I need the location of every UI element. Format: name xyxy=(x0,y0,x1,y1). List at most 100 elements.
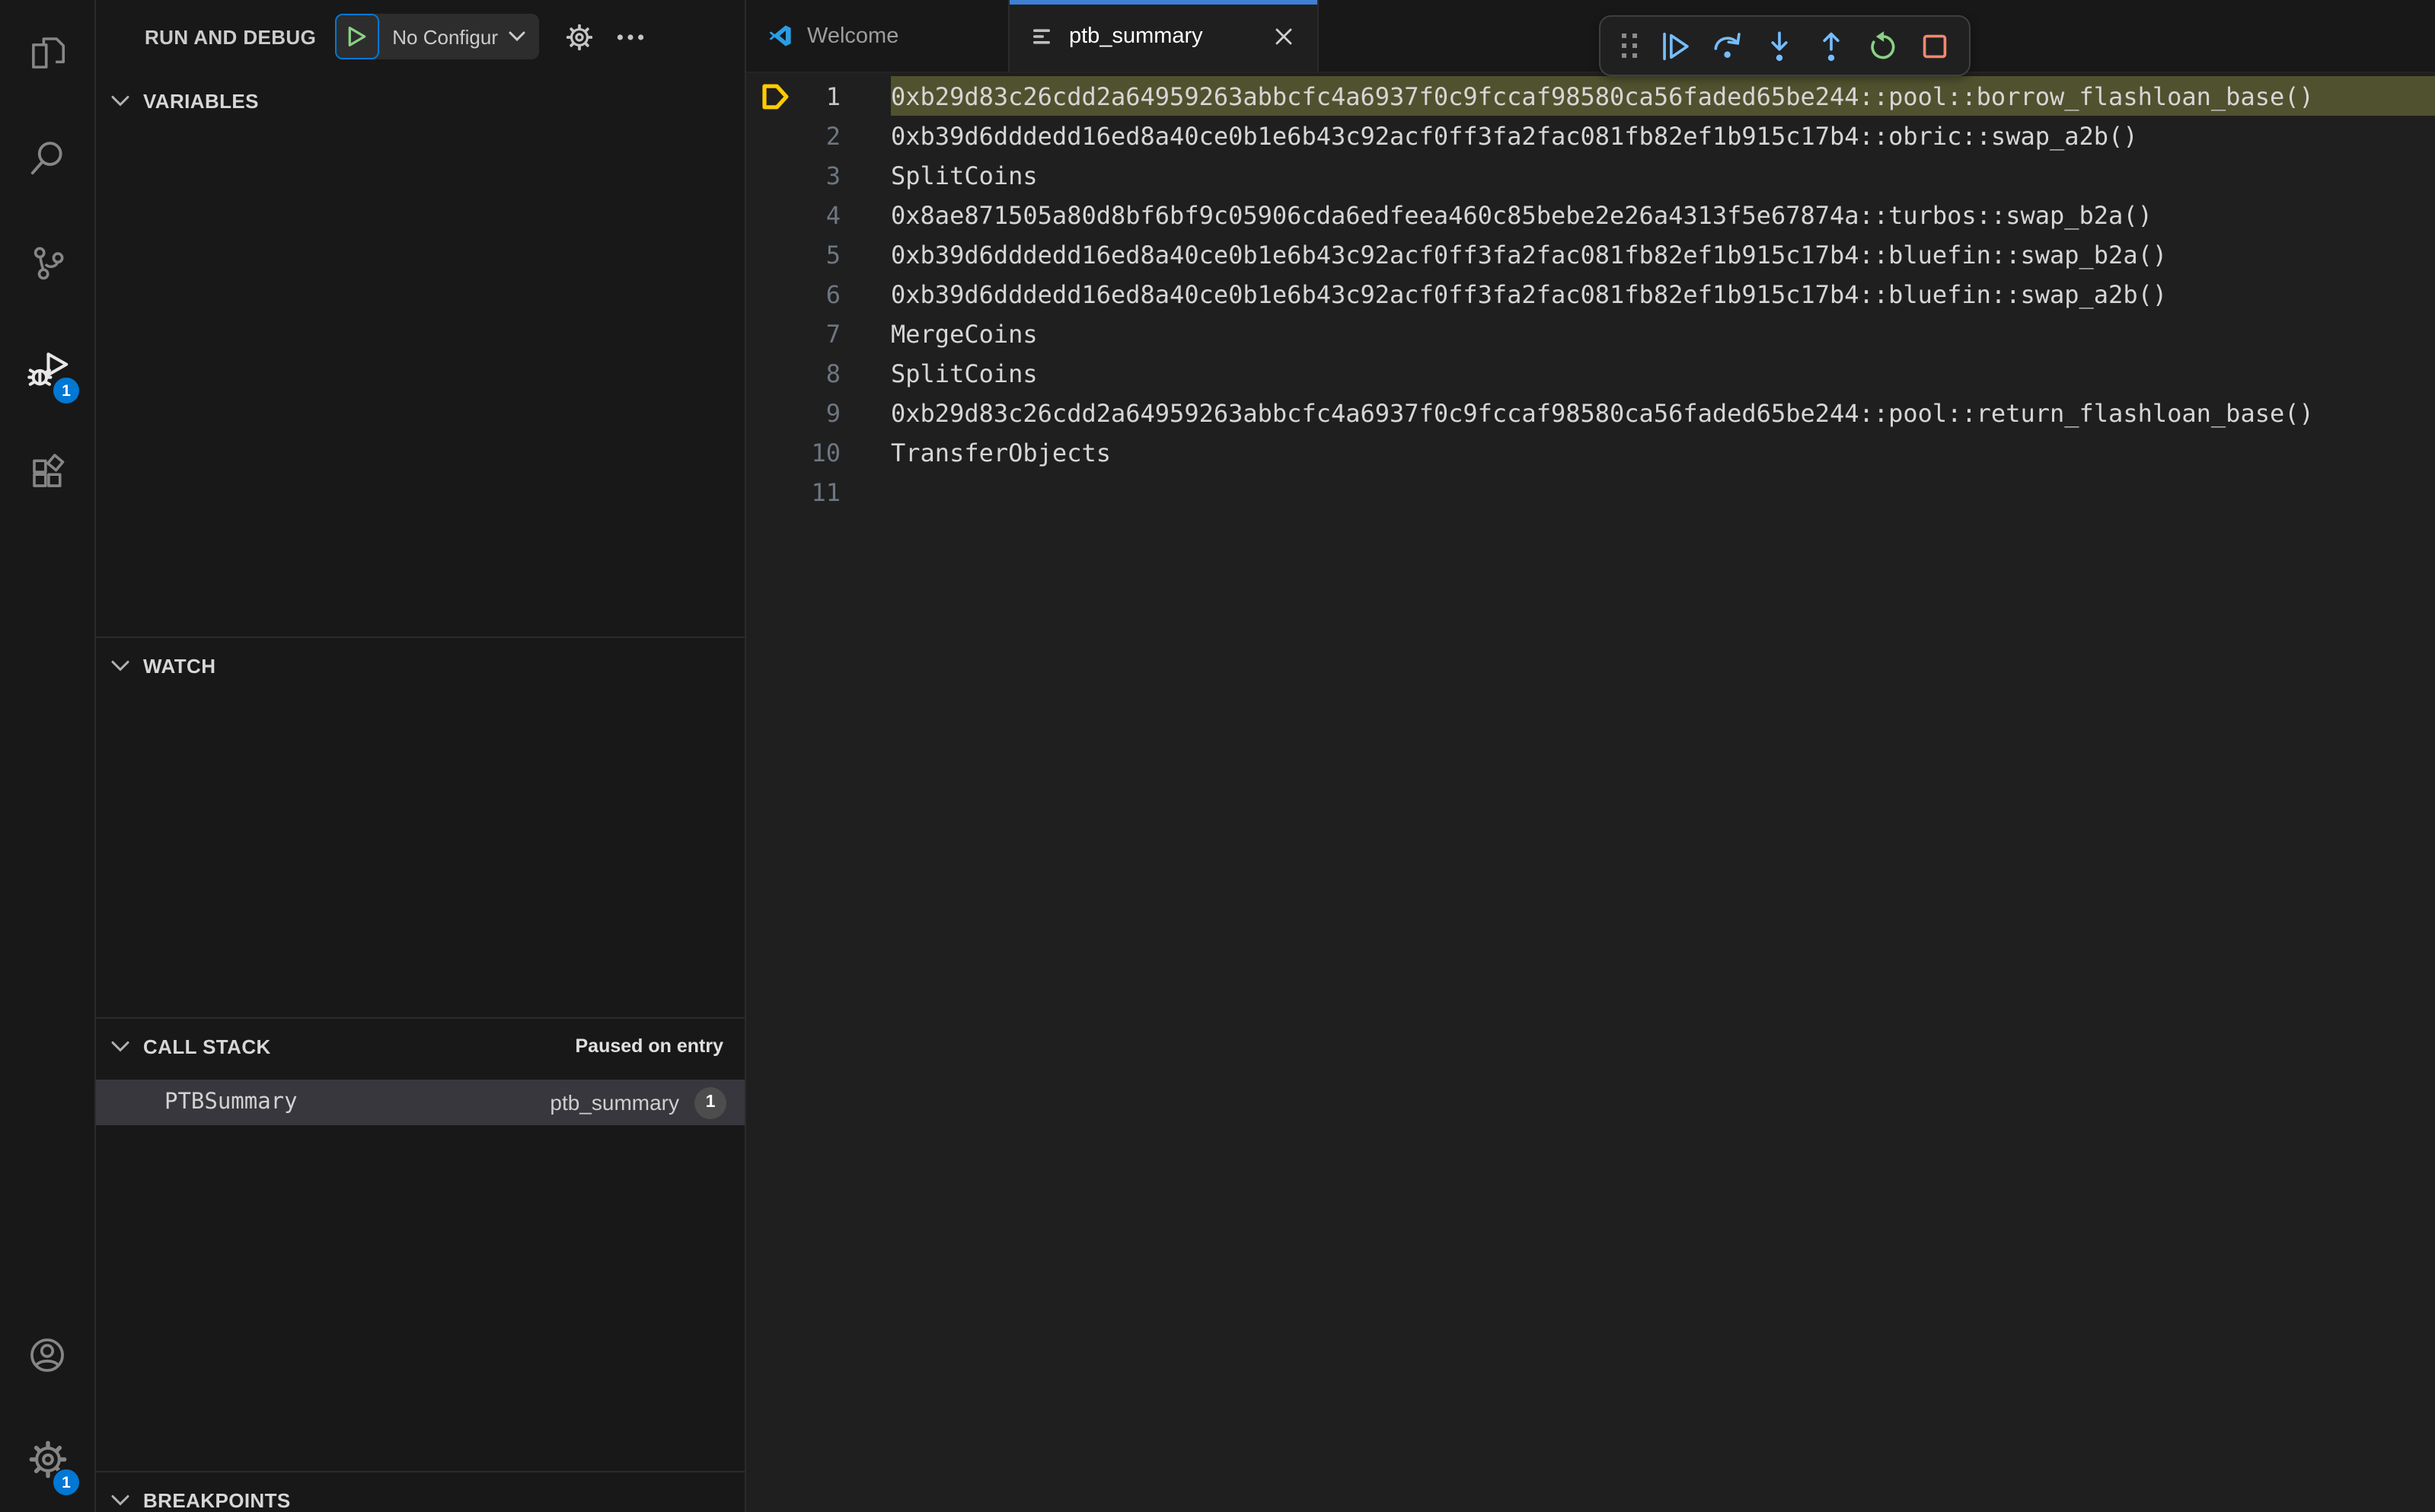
sidebar-item-explorer[interactable] xyxy=(0,0,94,105)
account-icon xyxy=(26,1333,69,1376)
line-text[interactable]: 0xb39d6dddedd16ed8a40ce0b1e6b43c92acf0ff… xyxy=(891,234,2435,274)
line-number[interactable]: 9 xyxy=(795,398,841,427)
views-more-actions-button[interactable] xyxy=(611,17,650,56)
launch-control: No Configur xyxy=(334,14,539,59)
code-line: 1 0xb29d83c26cdd2a64959263abbcfc4a6937f0… xyxy=(746,76,2435,116)
code-line: 4 0x8ae871505a80d8bf6bf9c05906cda6edfeea… xyxy=(746,195,2435,234)
vscode-window: 1 1 RUN AND DEBUG No Configur VARIABLES … xyxy=(0,0,2435,1512)
variables-section-header[interactable]: VARIABLES xyxy=(96,73,745,128)
line-text[interactable]: MergeCoins xyxy=(891,314,2435,353)
step-into-button[interactable] xyxy=(1756,22,1803,69)
chevron-down-icon xyxy=(111,659,129,672)
watch-section-header[interactable]: WATCH xyxy=(96,638,745,693)
line-number[interactable]: 6 xyxy=(795,279,841,308)
line-text[interactable]: TransferObjects xyxy=(891,432,2435,472)
line-text[interactable]: 0xb39d6dddedd16ed8a40ce0b1e6b43c92acf0ff… xyxy=(891,274,2435,314)
vscode-logo-icon xyxy=(768,23,793,49)
code-line: 10 TransferObjects xyxy=(746,432,2435,472)
extensions-icon xyxy=(27,452,68,493)
sidebar-item-search[interactable] xyxy=(0,105,94,210)
breakpoints-section-label: BREAKPOINTS xyxy=(143,1488,291,1511)
config-dropdown[interactable]: No Configur xyxy=(378,14,539,59)
line-number[interactable]: 2 xyxy=(795,121,841,150)
code-line: 5 0xb39d6dddedd16ed8a40ce0b1e6b43c92acf0… xyxy=(746,234,2435,274)
start-debugging-button[interactable] xyxy=(334,14,379,59)
line-number[interactable]: 4 xyxy=(795,200,841,229)
stack-frame-name: PTBSummary xyxy=(164,1090,298,1115)
line-number[interactable]: 1 xyxy=(795,81,841,110)
line-text[interactable]: 0xb39d6dddedd16ed8a40ce0b1e6b43c92acf0ff… xyxy=(891,116,2435,155)
close-icon[interactable] xyxy=(1272,24,1296,48)
code-editor[interactable]: 1 0xb29d83c26cdd2a64959263abbcfc4a6937f0… xyxy=(746,73,2435,1512)
variables-section-label: VARIABLES xyxy=(143,89,259,112)
code-line: 3 SplitCoins xyxy=(746,155,2435,195)
sidebar-title: RUN AND DEBUG xyxy=(145,25,317,48)
debug-badge: 1 xyxy=(52,376,81,405)
tab-welcome[interactable]: Welcome xyxy=(746,0,1010,72)
ellipsis-icon xyxy=(617,33,644,40)
line-number[interactable]: 8 xyxy=(795,359,841,388)
line-number[interactable]: 10 xyxy=(795,438,841,467)
restart-button[interactable] xyxy=(1859,22,1907,69)
line-number[interactable]: 11 xyxy=(795,477,841,506)
line-text[interactable]: 0xb29d83c26cdd2a64959263abbcfc4a6937f0c9… xyxy=(891,76,2435,116)
tab-ptb-summary[interactable]: ptb_summary xyxy=(1010,0,1319,72)
source-control-icon xyxy=(27,242,68,283)
continue-button[interactable] xyxy=(1652,22,1699,69)
gear-icon xyxy=(564,22,593,51)
chevron-down-icon xyxy=(509,30,525,43)
sidebar-item-run-and-debug[interactable]: 1 xyxy=(0,315,94,420)
call-stack-status: Paused on entry xyxy=(575,1035,724,1057)
breakpoints-section-header[interactable]: BREAKPOINTS xyxy=(96,1472,745,1512)
watch-section-label: WATCH xyxy=(143,654,216,677)
config-dropdown-label: No Configur xyxy=(392,25,498,48)
sidebar-item-source-control[interactable] xyxy=(0,210,94,315)
line-text[interactable]: SplitCoins xyxy=(891,155,2435,195)
list-icon xyxy=(1031,24,1055,48)
open-settings-button[interactable] xyxy=(559,17,598,56)
line-text[interactable]: 0xb29d83c26cdd2a64959263abbcfc4a6937f0c9… xyxy=(891,393,2435,432)
code-line: 9 0xb29d83c26cdd2a64959263abbcfc4a6937f0… xyxy=(746,393,2435,432)
sidebar-header: RUN AND DEBUG No Configur xyxy=(96,0,745,73)
code-line: 8 SplitCoins xyxy=(746,353,2435,393)
play-icon xyxy=(346,26,366,47)
search-icon xyxy=(27,137,68,178)
stop-icon xyxy=(1917,28,1952,63)
call-stack-section-header[interactable]: CALL STACK Paused on entry xyxy=(96,1019,745,1073)
line-text[interactable]: 0x8ae871505a80d8bf6bf9c05906cda6edfeea46… xyxy=(891,195,2435,234)
code-line: 11 xyxy=(746,472,2435,512)
line-text[interactable]: SplitCoins xyxy=(891,353,2435,393)
line-number[interactable]: 5 xyxy=(795,240,841,269)
step-out-button[interactable] xyxy=(1808,22,1855,69)
line-number[interactable]: 3 xyxy=(795,161,841,190)
activity-bar: 1 1 xyxy=(0,0,96,1512)
files-icon xyxy=(27,32,68,73)
chevron-down-icon xyxy=(111,1493,129,1507)
stack-frame-row[interactable]: PTBSummary ptb_summary 1 xyxy=(96,1080,745,1125)
sidebar-item-accounts[interactable] xyxy=(0,1302,94,1407)
step-over-icon xyxy=(1710,28,1745,63)
line-text[interactable] xyxy=(891,472,2435,512)
variables-section: VARIABLES xyxy=(96,73,745,636)
run-and-debug-panel: RUN AND DEBUG No Configur VARIABLES WATC… xyxy=(96,0,746,1512)
sidebar-item-settings[interactable]: 1 xyxy=(0,1407,94,1512)
step-over-button[interactable] xyxy=(1704,22,1751,69)
sidebar-item-extensions[interactable] xyxy=(0,420,94,525)
chevron-down-icon xyxy=(111,94,129,107)
debug-current-line-arrow-icon[interactable] xyxy=(746,80,795,112)
restart-icon xyxy=(1865,28,1900,63)
watch-section: WATCH xyxy=(96,636,745,1017)
debug-toolbar xyxy=(1599,15,1971,76)
line-number[interactable]: 7 xyxy=(795,319,841,348)
stack-frame-file: ptb_summary xyxy=(550,1090,679,1115)
code-line: 6 0xb39d6dddedd16ed8a40ce0b1e6b43c92acf0… xyxy=(746,274,2435,314)
tab-label: Welcome xyxy=(807,24,899,48)
tab-bar: Welcome ptb_summary xyxy=(746,0,2435,73)
call-stack-section-label: CALL STACK xyxy=(143,1035,271,1057)
drag-grip-handle[interactable] xyxy=(1611,22,1648,69)
call-stack-section: CALL STACK Paused on entry PTBSummary pt… xyxy=(96,1017,745,1471)
stop-button[interactable] xyxy=(1911,22,1958,69)
code-line: 7 MergeCoins xyxy=(746,314,2435,353)
code-line: 2 0xb39d6dddedd16ed8a40ce0b1e6b43c92acf0… xyxy=(746,116,2435,155)
stack-frame-badge: 1 xyxy=(694,1086,726,1118)
